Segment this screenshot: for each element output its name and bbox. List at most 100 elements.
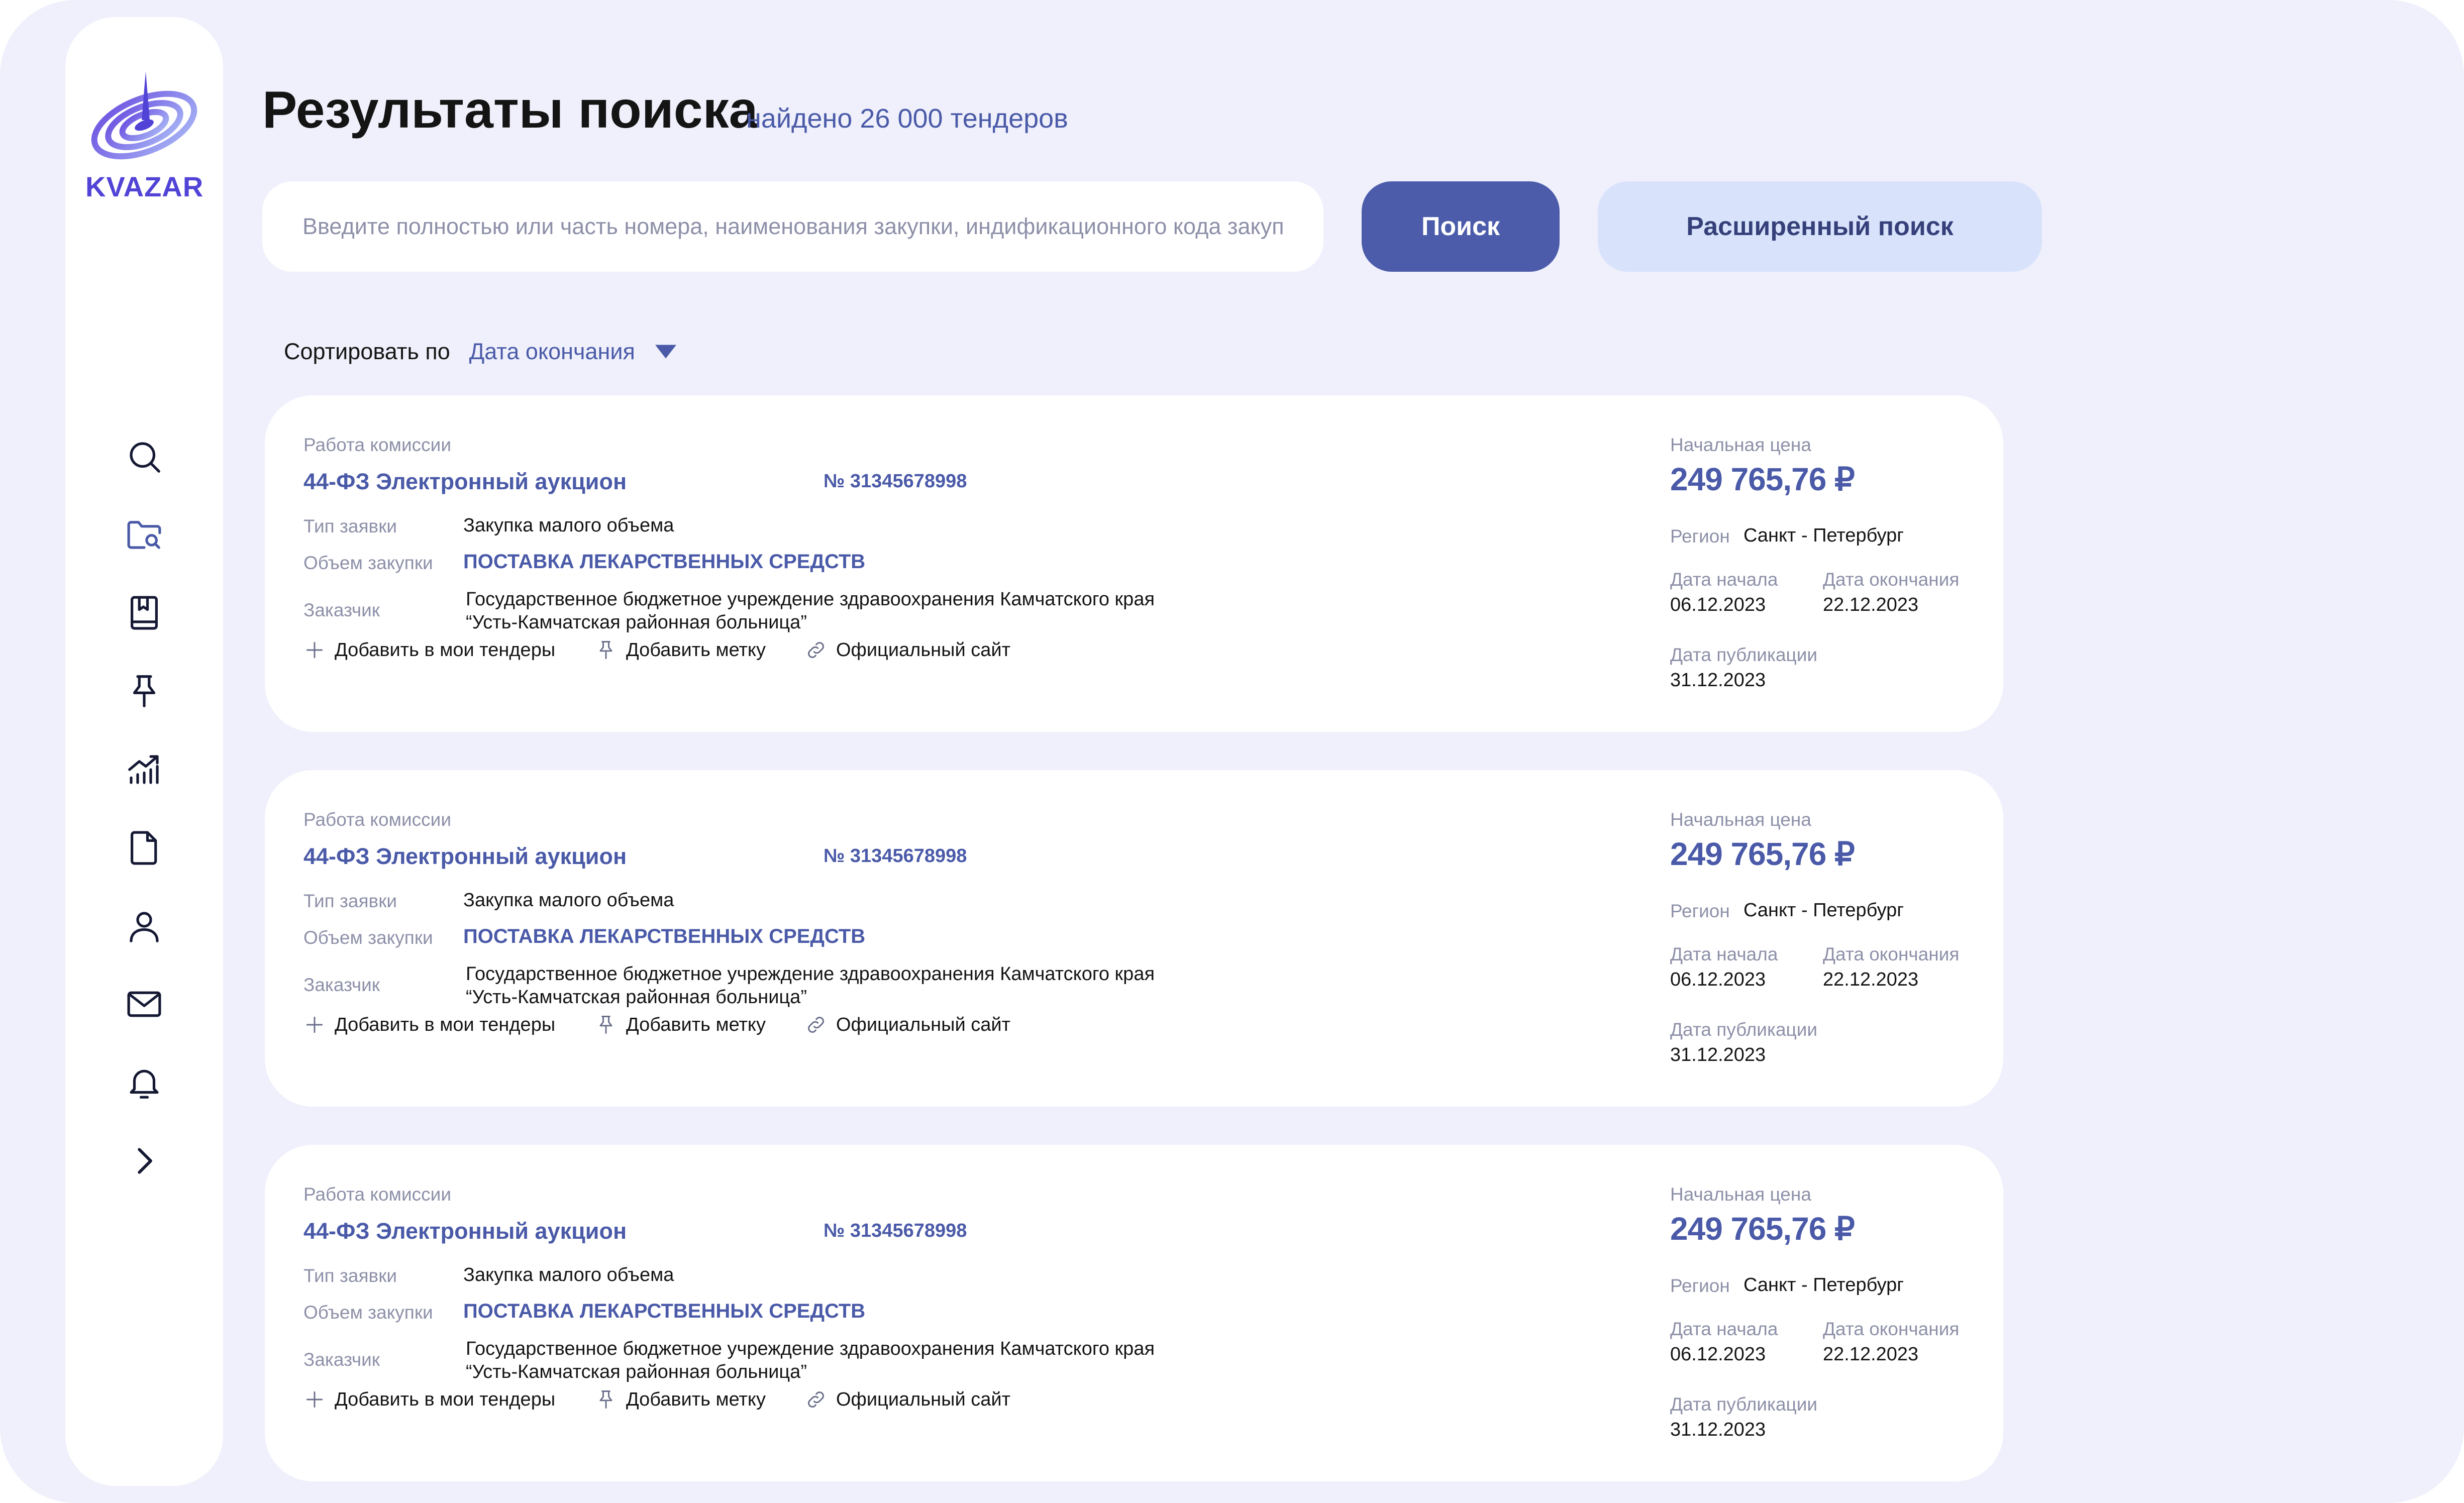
add-tag-label: Добавить метку bbox=[626, 639, 766, 661]
start-date-label: Дата начала bbox=[1670, 1319, 1778, 1339]
start-date-value: 06.12.2023 bbox=[1670, 594, 1766, 615]
analytics-icon bbox=[128, 755, 159, 784]
tender-number: № 31345678998 bbox=[824, 845, 967, 867]
publication-date-value: 31.12.2023 bbox=[1670, 1044, 1766, 1065]
customer-line: “Усть-Камчатская районная больница” bbox=[466, 987, 807, 1008]
sort-dropdown[interactable]: Дата окончания bbox=[469, 339, 676, 365]
nav-analytics[interactable] bbox=[124, 749, 164, 790]
tender-procedure-link[interactable]: 44-ФЗ Электронный аукцион bbox=[303, 843, 627, 870]
volume-label: Объем закупки bbox=[303, 553, 433, 573]
search-icon bbox=[130, 442, 160, 473]
add-to-my-tenders-label: Добавить в мои тендеры bbox=[335, 639, 556, 661]
pin-icon bbox=[599, 641, 612, 659]
end-date-value: 22.12.2023 bbox=[1823, 969, 1919, 990]
nav-mail[interactable] bbox=[124, 984, 164, 1024]
advanced-search-button[interactable]: Расширенный поиск bbox=[1598, 181, 2042, 272]
sort-control: Сортировать по Дата окончания bbox=[284, 337, 676, 367]
customer-label: Заказчик bbox=[303, 975, 380, 995]
tender-stage: Работа комиссии bbox=[303, 1184, 451, 1205]
sort-label: Сортировать по bbox=[284, 339, 450, 364]
customer-value: Государственное бюджетное учреждение здр… bbox=[466, 1337, 1219, 1383]
nav-bookmarks[interactable] bbox=[124, 593, 164, 633]
start-date-label: Дата начала bbox=[1670, 944, 1778, 964]
sidebar-expand[interactable] bbox=[124, 1141, 164, 1181]
start-date-value: 06.12.2023 bbox=[1670, 1344, 1766, 1365]
request-type-label: Тип заявки bbox=[303, 516, 397, 536]
add-to-my-tenders-button[interactable]: Добавить в мои тендеры bbox=[303, 1388, 555, 1411]
official-site-link[interactable]: Официальный сайт bbox=[805, 1388, 1010, 1411]
region-label: Регион bbox=[1670, 526, 1730, 547]
start-date-label: Дата начала bbox=[1670, 569, 1778, 590]
pin-icon bbox=[133, 675, 156, 707]
folder-search-icon bbox=[127, 521, 161, 549]
request-type-label: Тип заявки bbox=[303, 891, 397, 911]
logo[interactable]: KVAZAR bbox=[85, 67, 203, 213]
end-date-label: Дата окончания bbox=[1823, 944, 1960, 964]
volume-value: ПОСТАВКА ЛЕКАРСТВЕННЫХ СРЕДСТВ bbox=[463, 925, 866, 947]
region-value: Санкт - Петербург bbox=[1743, 1274, 1904, 1296]
add-tag-button[interactable]: Добавить метку bbox=[595, 1014, 766, 1036]
customer-line: Государственное бюджетное учреждение здр… bbox=[466, 963, 1155, 985]
pin-icon bbox=[599, 1016, 612, 1034]
official-site-label: Официальный сайт bbox=[836, 1388, 1010, 1410]
add-to-my-tenders-button[interactable]: Добавить в мои тендеры bbox=[303, 1014, 555, 1036]
start-price-value: 249 765,76 ₽ bbox=[1670, 461, 1855, 497]
start-price-value: 249 765,76 ₽ bbox=[1670, 836, 1855, 872]
sort-selected-value: Дата окончания bbox=[469, 339, 635, 364]
kvazar-logo-icon bbox=[91, 71, 197, 160]
tender-card: Работа комиссии 44-ФЗ Электронный аукцио… bbox=[265, 395, 2003, 732]
start-price-value: 249 765,76 ₽ bbox=[1670, 1211, 1855, 1247]
nav-pinned[interactable] bbox=[124, 671, 164, 711]
results-count: найдено 26 000 тендеров bbox=[746, 103, 1068, 134]
start-date-value: 06.12.2023 bbox=[1670, 969, 1766, 990]
nav-profile[interactable] bbox=[124, 906, 164, 946]
plus-icon bbox=[306, 641, 323, 659]
add-to-my-tenders-label: Добавить в мои тендеры bbox=[335, 1014, 556, 1035]
region-label: Регион bbox=[1670, 901, 1730, 921]
tender-card: Работа комиссии 44-ФЗ Электронный аукцио… bbox=[265, 770, 2003, 1107]
caret-down-icon bbox=[655, 345, 676, 359]
add-to-my-tenders-button[interactable]: Добавить в мои тендеры bbox=[303, 639, 555, 661]
publication-date-label: Дата публикации bbox=[1670, 645, 1818, 665]
pin-icon bbox=[599, 1390, 612, 1409]
tender-stage: Работа комиссии bbox=[303, 809, 451, 830]
customer-value: Государственное бюджетное учреждение здр… bbox=[466, 962, 1219, 1009]
user-icon bbox=[130, 912, 159, 942]
customer-label: Заказчик bbox=[303, 1349, 380, 1370]
region-label: Регион bbox=[1670, 1275, 1730, 1296]
document-icon bbox=[131, 831, 157, 865]
tender-number: № 31345678998 bbox=[824, 1220, 967, 1241]
add-tag-button[interactable]: Добавить метку bbox=[595, 639, 766, 661]
add-tag-button[interactable]: Добавить метку bbox=[595, 1388, 766, 1411]
search-input[interactable] bbox=[262, 181, 1323, 272]
search-button[interactable]: Поиск bbox=[1362, 181, 1560, 272]
customer-line: Государственное бюджетное учреждение здр… bbox=[466, 589, 1155, 610]
publication-date-label: Дата публикации bbox=[1670, 1019, 1818, 1040]
tender-procedure-link[interactable]: 44-ФЗ Электронный аукцион bbox=[303, 1218, 627, 1244]
bookmark-book-icon bbox=[131, 596, 158, 630]
volume-value: ПОСТАВКА ЛЕКАРСТВЕННЫХ СРЕДСТВ bbox=[463, 551, 866, 573]
nav-folder-search[interactable] bbox=[124, 514, 164, 555]
publication-date-value: 31.12.2023 bbox=[1670, 670, 1766, 691]
sidebar: KVAZAR bbox=[65, 17, 223, 1486]
request-type-value: Закупка малого объема bbox=[463, 1264, 674, 1285]
tender-procedure-link[interactable]: 44-ФЗ Электронный аукцион bbox=[303, 469, 627, 495]
customer-line: “Усть-Камчатская районная больница” bbox=[466, 612, 807, 633]
nav-documents[interactable] bbox=[124, 828, 164, 868]
official-site-link[interactable]: Официальный сайт bbox=[805, 639, 1010, 661]
customer-line: Государственное бюджетное учреждение здр… bbox=[466, 1338, 1155, 1359]
official-site-link[interactable]: Официальный сайт bbox=[805, 1014, 1010, 1036]
volume-label: Объем закупки bbox=[303, 1302, 433, 1323]
customer-line: “Усть-Камчатская районная больница” bbox=[466, 1361, 807, 1382]
nav-notifications[interactable] bbox=[124, 1062, 164, 1103]
plus-icon bbox=[306, 1391, 323, 1408]
link-icon bbox=[808, 642, 824, 658]
end-date-label: Дата окончания bbox=[1823, 1319, 1960, 1339]
add-to-my-tenders-label: Добавить в мои тендеры bbox=[335, 1388, 556, 1410]
mail-icon bbox=[127, 991, 161, 1017]
nav-search[interactable] bbox=[124, 437, 164, 477]
tender-stage: Работа комиссии bbox=[303, 435, 451, 455]
tender-number: № 31345678998 bbox=[824, 471, 967, 492]
brand-name: KVAZAR bbox=[85, 171, 204, 202]
publication-date-value: 31.12.2023 bbox=[1670, 1419, 1766, 1440]
